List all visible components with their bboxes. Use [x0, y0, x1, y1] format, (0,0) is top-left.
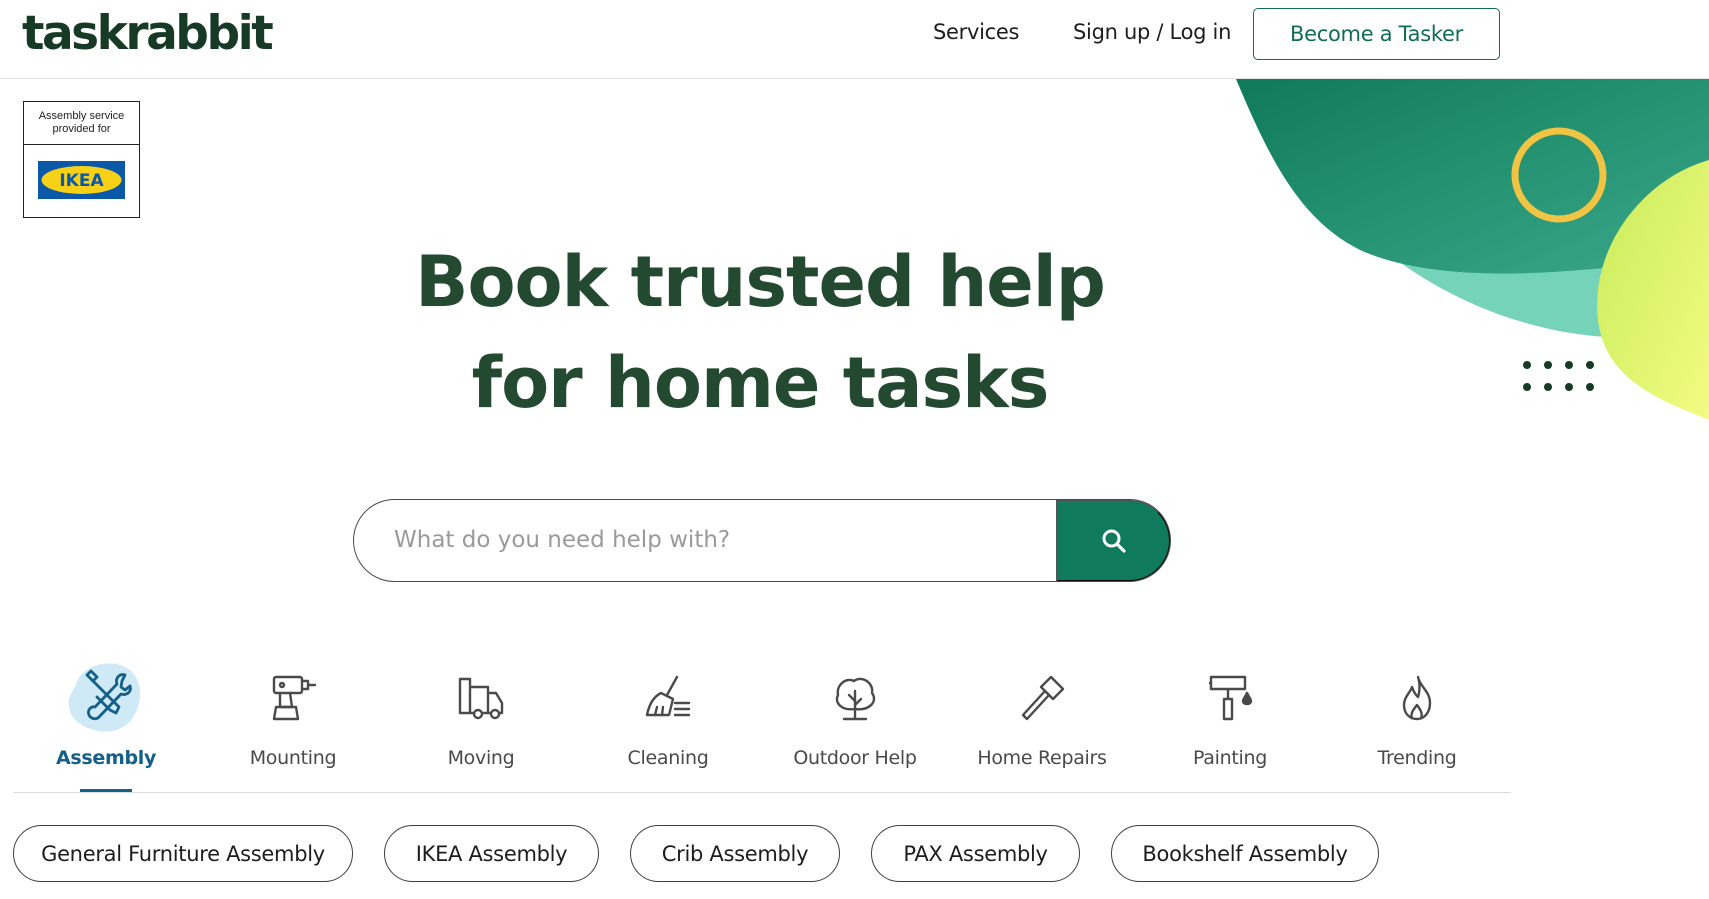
nav-services-link[interactable]: Services	[933, 20, 1019, 44]
badge-caption: Assembly service provided for	[24, 102, 139, 145]
search-icon	[1102, 529, 1126, 553]
ikea-logo: IKEA	[24, 145, 139, 215]
ikea-logo-text: IKEA	[59, 171, 104, 191]
hero-line-1: Book trusted help	[415, 241, 1106, 323]
hero-line-2: for home tasks	[471, 342, 1050, 424]
become-tasker-button[interactable]: Become a Tasker	[1253, 8, 1500, 60]
decorative-blobs	[1236, 79, 1709, 420]
taskrabbit-logo[interactable]: taskrabbit	[22, 6, 274, 61]
search-bar	[353, 499, 1171, 582]
page: taskrabbit Services Sign up / Log in Bec…	[0, 0, 1709, 899]
search-button[interactable]	[1056, 500, 1170, 581]
site-header: taskrabbit Services Sign up / Log in Bec…	[0, 0, 1709, 79]
ikea-partner-badge: Assembly service provided for IKEA	[23, 101, 140, 218]
hero-heading: Book trusted help for home tasks	[360, 232, 1160, 434]
dot-grid	[1523, 361, 1594, 391]
nav-signup-login-link[interactable]: Sign up / Log in	[1073, 20, 1231, 44]
search-input[interactable]	[394, 500, 1044, 580]
